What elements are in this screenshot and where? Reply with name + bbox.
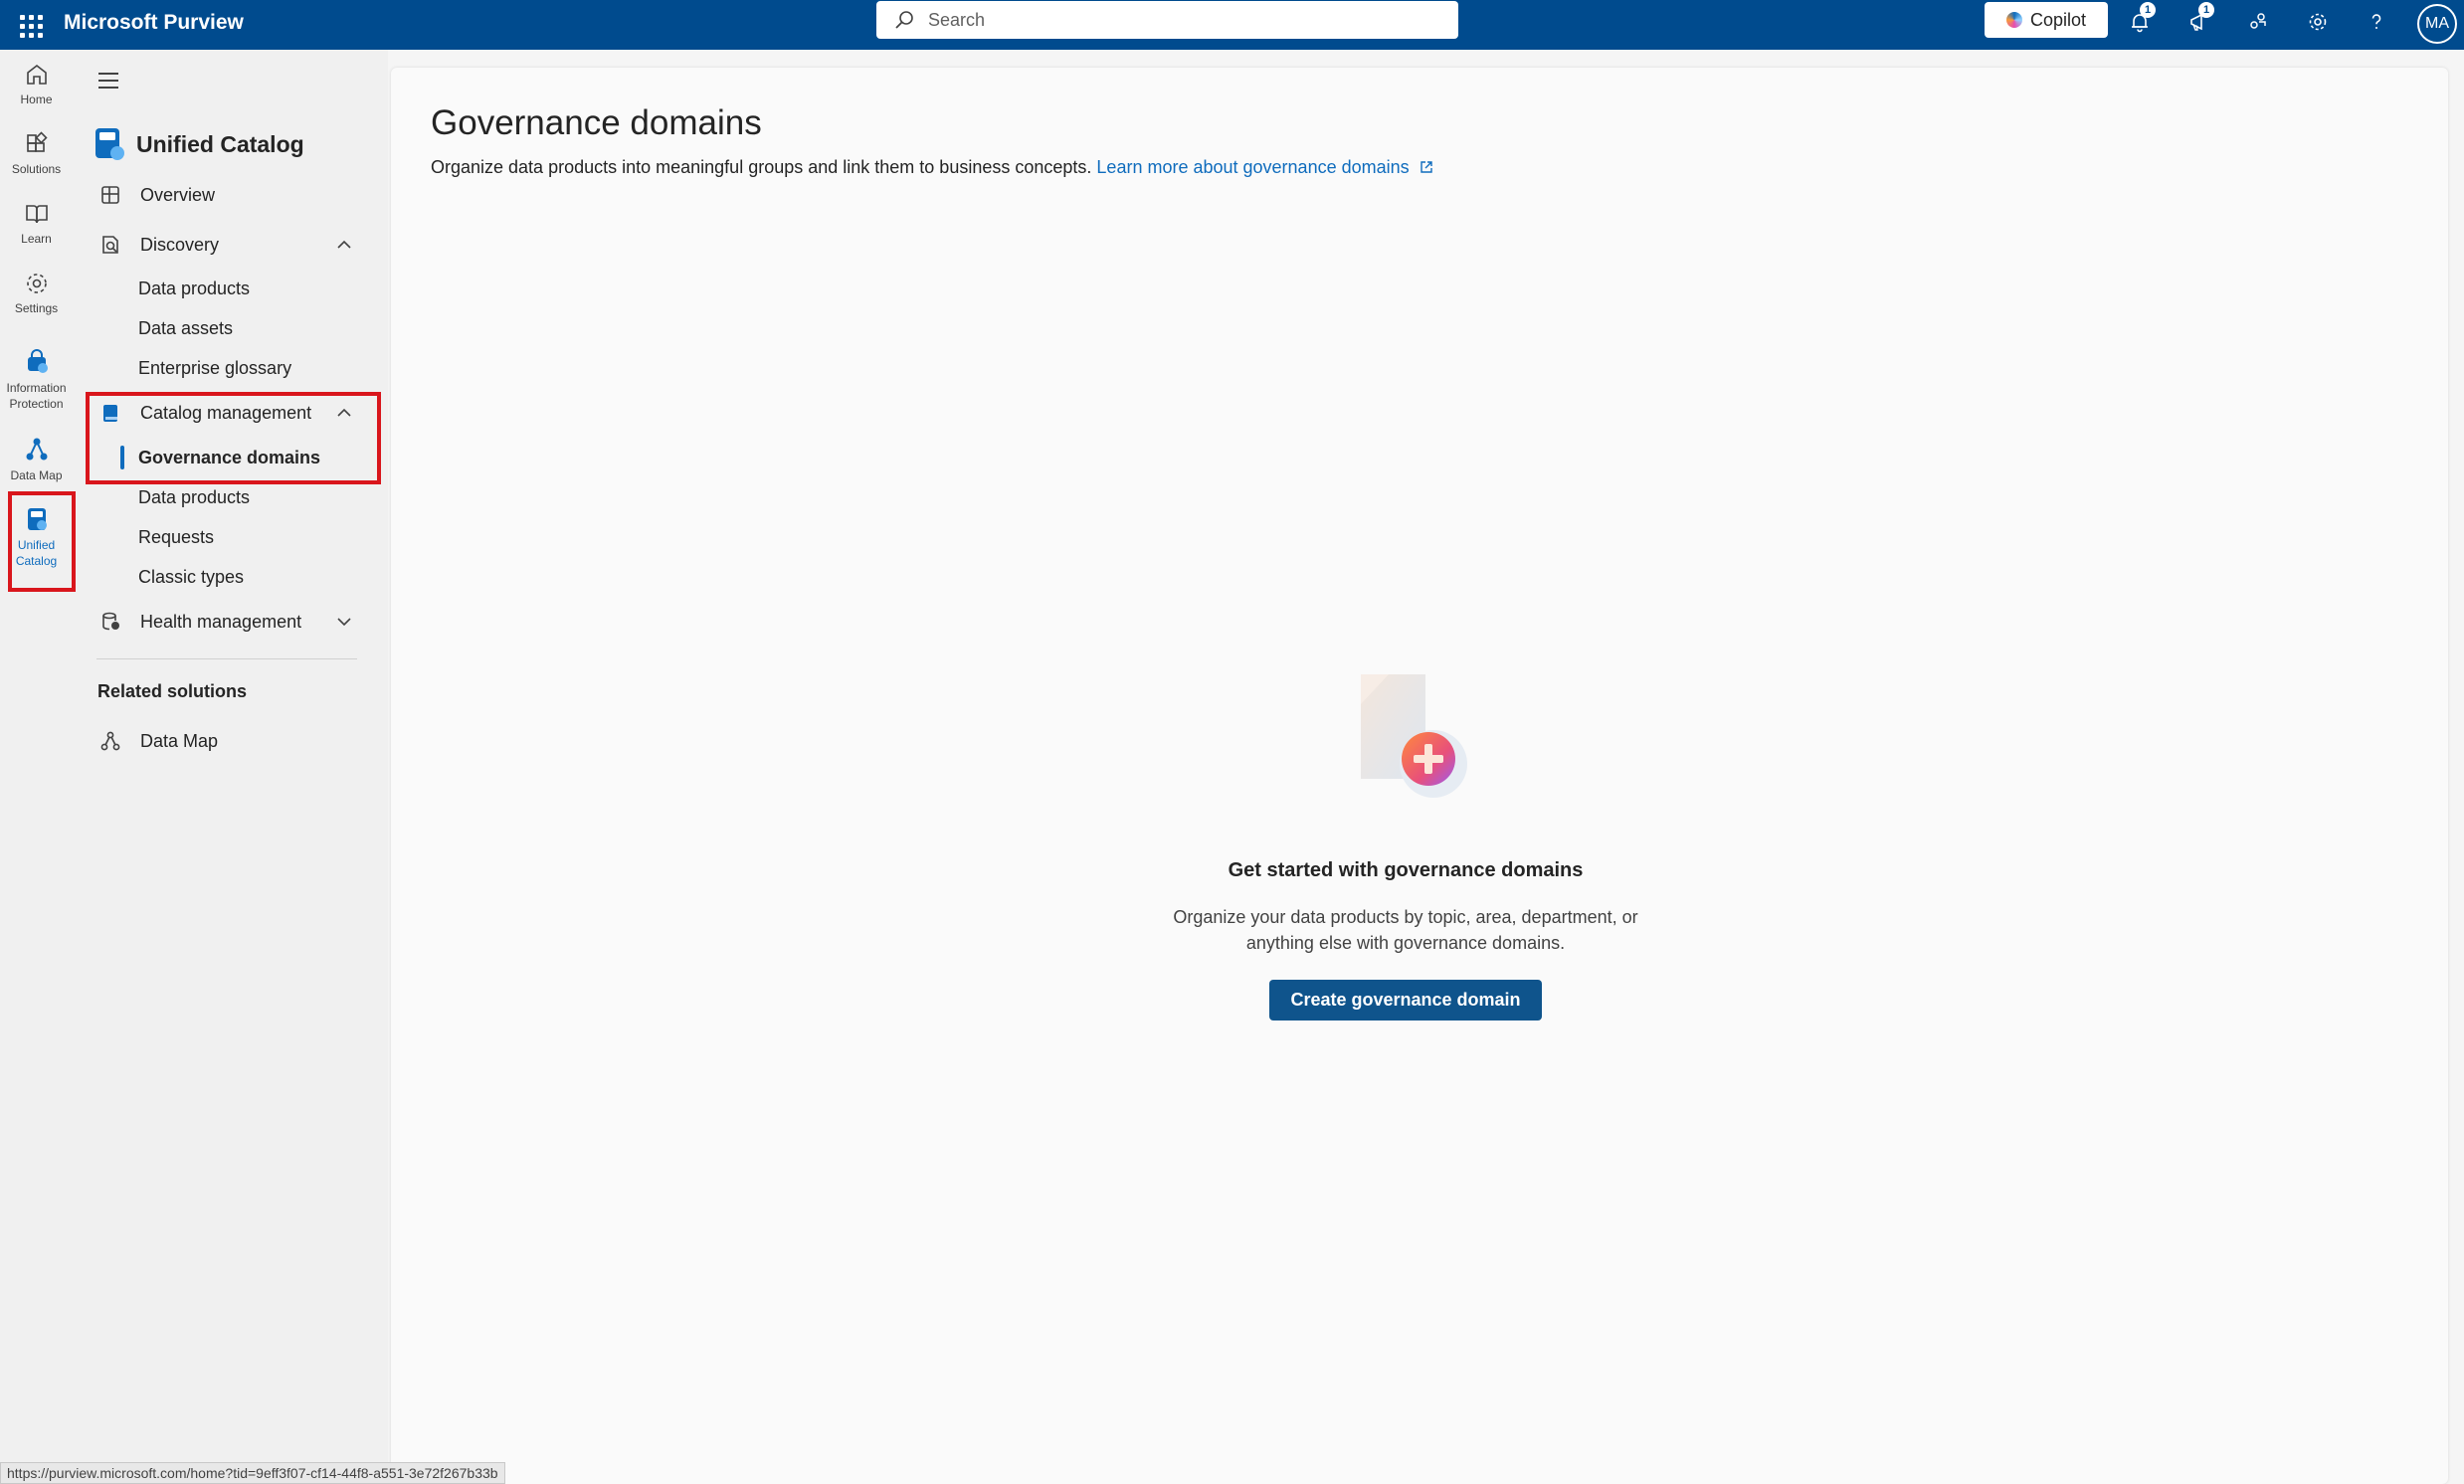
avatar[interactable]: MA	[2417, 4, 2457, 44]
home-icon	[26, 64, 47, 85]
highlight-box-catalog-management	[86, 392, 381, 484]
rail-label-information-protection: Information Protection	[6, 381, 67, 411]
secondary-nav: Unified Catalog Overview Discovery Data …	[77, 50, 388, 1484]
empty-state-description: Organize your data products by topic, ar…	[1107, 904, 1704, 956]
empty-state-description-line1: Organize your data products by topic, ar…	[1173, 907, 1638, 927]
connections-button[interactable]	[2240, 4, 2276, 40]
nav-divider	[96, 658, 357, 659]
nav-item-catalog-data-products[interactable]: Data products	[138, 487, 250, 508]
left-rail: Home Solutions Learn Settings Informatio…	[0, 50, 77, 1484]
rail-label-data-map: Data Map	[10, 468, 63, 482]
rail-label-solutions: Solutions	[11, 162, 62, 176]
copilot-icon	[2005, 12, 2022, 28]
overview-icon	[101, 186, 119, 204]
rail-item-solutions[interactable]: Solutions	[0, 131, 73, 177]
notifications-button[interactable]: 1	[2122, 2, 2158, 40]
copilot-label: Copilot	[2029, 9, 2087, 30]
external-link-icon[interactable]	[1419, 159, 1434, 175]
create-governance-domain-button[interactable]: Create governance domain	[1269, 980, 1542, 1020]
nav-label-overview: Overview	[140, 184, 216, 205]
alerts-button[interactable]: 1	[2180, 2, 2216, 40]
nav-item-data-products[interactable]: Data products	[138, 278, 250, 299]
empty-state-title: Get started with governance domains	[1228, 859, 1584, 881]
page-title: Governance domains	[431, 103, 762, 142]
rail-item-data-map[interactable]: Data Map	[0, 436, 73, 483]
share-people-icon	[2250, 13, 2266, 29]
nav-item-health-management[interactable]: Health management	[96, 603, 360, 641]
rail-item-information-protection[interactable]: Information Protection	[0, 348, 73, 412]
status-bar-url: https://purview.microsoft.com/home?tid=9…	[0, 1462, 505, 1484]
copilot-button[interactable]: Copilot	[1985, 2, 2108, 38]
related-solutions-heading: Related solutions	[97, 681, 248, 701]
empty-state: Get started with governance domains Orga…	[1107, 664, 1704, 1020]
notification-badge: 1	[2140, 2, 2156, 18]
page-description: Organize data products into meaningful g…	[431, 157, 1434, 178]
nav-item-related-data-map[interactable]: Data Map	[96, 722, 360, 760]
search-placeholder: Search	[928, 9, 986, 30]
top-bar: Microsoft Purview Search Copilot 1 1 MA	[0, 0, 2464, 50]
alerts-badge: 1	[2198, 2, 2214, 18]
nav-item-discovery[interactable]: Discovery	[96, 226, 360, 264]
nav-item-classic-types[interactable]: Classic types	[138, 567, 244, 588]
learn-more-link[interactable]: Learn more about governance domains	[1096, 157, 1409, 177]
nav-item-data-assets[interactable]: Data assets	[138, 318, 233, 339]
solutions-icon	[26, 131, 48, 152]
nav-item-enterprise-glossary[interactable]: Enterprise glossary	[138, 358, 291, 379]
main-content: Governance domains Organize data product…	[391, 68, 2448, 1484]
data-map-icon	[26, 438, 47, 461]
nav-label-related-data-map: Data Map	[140, 730, 219, 751]
nav-item-requests[interactable]: Requests	[138, 527, 214, 548]
rail-item-learn[interactable]: Learn	[0, 201, 73, 247]
help-button[interactable]	[2359, 4, 2394, 40]
nav-label-health-management: Health management	[140, 611, 302, 632]
chevron-down-icon[interactable]	[334, 612, 354, 632]
rail-item-home[interactable]: Home	[0, 62, 73, 107]
chevron-up-icon[interactable]	[334, 235, 354, 255]
app-name[interactable]: Microsoft Purview	[64, 11, 244, 35]
highlight-box-rail	[8, 491, 76, 592]
unified-catalog-icon	[95, 128, 124, 160]
document-add-icon	[1361, 674, 1467, 798]
book-icon	[25, 205, 48, 224]
rail-label-home: Home	[20, 93, 53, 106]
settings-button[interactable]	[2300, 4, 2336, 40]
help-icon	[2371, 14, 2381, 29]
nav-item-overview[interactable]: Overview	[96, 176, 360, 214]
nav-header: Unified Catalog	[93, 125, 304, 163]
gear-icon	[2309, 13, 2327, 31]
rail-label-settings: Settings	[14, 301, 59, 315]
rail-label-learn: Learn	[21, 232, 52, 246]
nav-label-discovery: Discovery	[140, 234, 220, 255]
search-input[interactable]: Search	[876, 1, 1458, 39]
nav-title: Unified Catalog	[136, 130, 304, 157]
data-map-icon	[100, 731, 120, 751]
page-description-text: Organize data products into meaningful g…	[431, 157, 1092, 177]
gear-icon	[26, 274, 47, 293]
discovery-icon	[102, 236, 118, 254]
rail-item-settings[interactable]: Settings	[0, 271, 73, 316]
health-management-icon	[102, 612, 119, 631]
empty-state-description-line2: anything else with governance domains.	[1245, 933, 1566, 953]
search-icon	[895, 11, 913, 29]
empty-state-illustration	[1341, 664, 1470, 814]
collapse-nav-button[interactable]	[98, 68, 124, 93]
app-launcher-icon[interactable]	[12, 7, 48, 43]
information-protection-icon	[27, 349, 48, 373]
